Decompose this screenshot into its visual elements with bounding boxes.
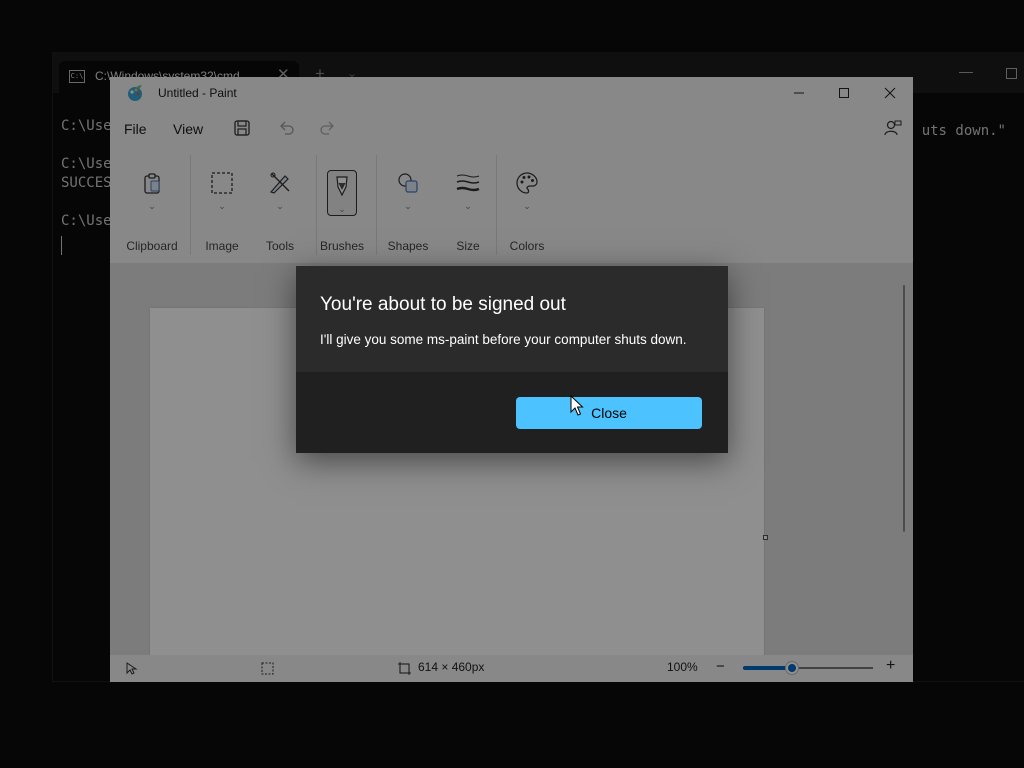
dialog-title: You're about to be signed out — [320, 294, 566, 315]
close-button[interactable]: Close — [516, 397, 702, 429]
sign-out-dialog: You're about to be signed out I'll give … — [296, 266, 728, 453]
mouse-cursor-icon — [570, 395, 584, 416]
dialog-content: You're about to be signed out I'll give … — [296, 266, 728, 372]
dialog-message: I'll give you some ms-paint before your … — [320, 332, 687, 347]
